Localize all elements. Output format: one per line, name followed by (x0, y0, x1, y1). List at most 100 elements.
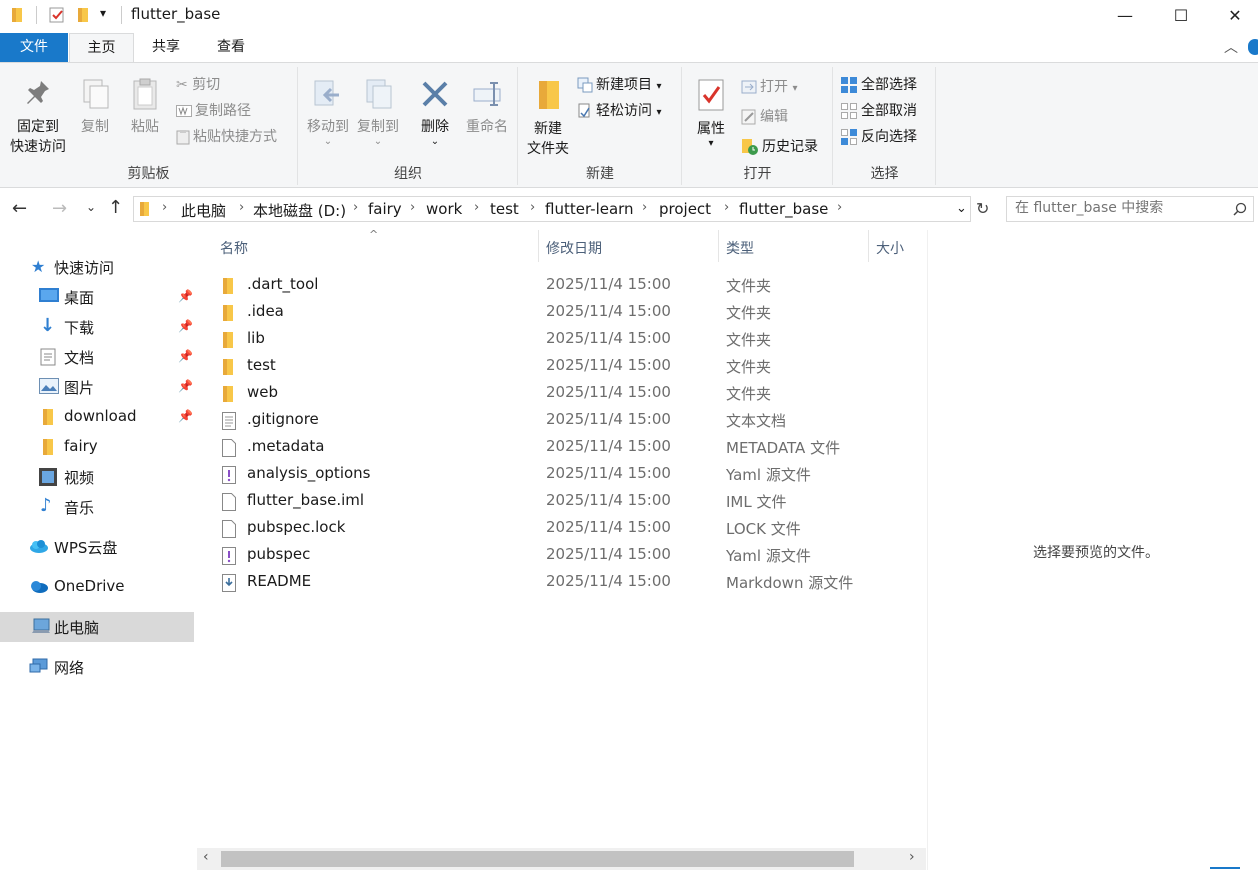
nav-item-downloads[interactable]: ↓ 下载 📌 (0, 312, 194, 342)
table-row[interactable]: flutter_base.iml 2025/11/4 15:00 IML 文件 (217, 488, 919, 515)
history-button[interactable]: 历史记录 (741, 135, 818, 159)
horizontal-scrollbar[interactable]: ‹ › (197, 848, 926, 870)
scroll-right-arrow-icon[interactable]: › (909, 849, 915, 865)
nav-network[interactable]: 网络 (0, 652, 194, 682)
column-header-name[interactable]: 名称 (220, 238, 248, 258)
forward-arrow-icon[interactable]: → (52, 198, 67, 219)
move-to-button[interactable]: 移动到 ⌄ (303, 77, 353, 147)
copy-button[interactable]: 复制 (72, 77, 118, 137)
column-divider (538, 230, 539, 262)
column-header-type[interactable]: 类型 (726, 238, 754, 258)
copy-to-button[interactable]: 复制到 ⌄ (353, 77, 403, 147)
pin-icon: 📌 (178, 289, 193, 303)
new-folder-button[interactable]: 新建 文件夹 (521, 77, 575, 159)
breadcrumb-test[interactable]: test (490, 200, 519, 218)
breadcrumb-work[interactable]: work (426, 200, 462, 218)
new-folder-icon[interactable] (76, 6, 92, 24)
column-header-date[interactable]: 修改日期 (546, 238, 602, 258)
properties-check-icon[interactable] (48, 6, 66, 24)
nav-this-pc[interactable]: 此电脑 (0, 612, 194, 642)
folder-icon (222, 358, 234, 380)
file-date: 2025/11/4 15:00 (546, 302, 671, 320)
select-all-button[interactable]: 全部选择 (840, 73, 917, 97)
nav-item-videos[interactable]: 视频 (0, 462, 194, 492)
file-name: .metadata (247, 437, 325, 455)
table-row[interactable]: lib 2025/11/4 15:00 文件夹 (217, 326, 919, 353)
breadcrumb-separator-icon: › (530, 200, 536, 215)
recent-locations-chevron-icon[interactable]: ⌄ (86, 200, 96, 214)
nav-item-pictures[interactable]: 图片 📌 (0, 372, 194, 402)
tab-view[interactable]: 查看 (200, 33, 262, 62)
breadcrumb-project[interactable]: project (659, 200, 711, 218)
tab-home[interactable]: 主页 (69, 33, 134, 63)
nav-item-documents[interactable]: 文档 📌 (0, 342, 194, 372)
rename-button[interactable]: 重命名 (459, 77, 515, 137)
properties-button[interactable]: 属性 ▾ (687, 77, 735, 149)
search-icon[interactable] (1233, 202, 1247, 216)
breadcrumb-this-pc[interactable]: 此电脑 (181, 200, 226, 221)
table-row[interactable]: web 2025/11/4 15:00 文件夹 (217, 380, 919, 407)
customize-toolbar-icon[interactable]: ▾ (100, 6, 106, 20)
scrollbar-thumb[interactable] (221, 851, 854, 867)
nav-item-fairy[interactable]: fairy (0, 432, 194, 462)
breadcrumb-fairy[interactable]: fairy (368, 200, 402, 218)
maximize-button[interactable]: ☐ (1158, 0, 1204, 30)
nav-item-download-folder[interactable]: download 📌 (0, 402, 194, 432)
table-row[interactable]: .idea 2025/11/4 15:00 文件夹 (217, 299, 919, 326)
search-box[interactable] (1006, 196, 1254, 222)
table-row[interactable]: pubspec.lock 2025/11/4 15:00 LOCK 文件 (217, 515, 919, 542)
file-name: .gitignore (247, 410, 319, 428)
minimize-button[interactable]: — (1102, 0, 1148, 30)
open-button[interactable]: 打开 ▾ (741, 75, 797, 99)
file-type: Yaml 源文件 (726, 466, 811, 484)
copy-path-button[interactable]: 复制路径 (176, 99, 251, 123)
refresh-icon[interactable]: ↻ (976, 199, 989, 218)
file-list: ^ 名称 修改日期 类型 大小 .dart_tool 2025/11/4 15:0… (197, 228, 926, 848)
tab-share[interactable]: 共享 (136, 33, 196, 62)
breadcrumb-local-disk-d[interactable]: 本地磁盘 (D:) (253, 200, 346, 221)
nav-item-music[interactable]: ♪ 音乐 (0, 492, 194, 522)
address-dropdown-chevron-icon[interactable]: ⌄ (956, 201, 967, 216)
table-row[interactable]: .gitignore 2025/11/4 15:00 文本文档 (217, 407, 919, 434)
nav-item-desktop[interactable]: 桌面 📌 (0, 282, 194, 312)
file-type: 文本文档 (726, 412, 787, 430)
search-input[interactable] (1015, 200, 1225, 216)
help-icon[interactable] (1248, 39, 1258, 55)
folder-icon (222, 331, 234, 353)
new-item-button[interactable]: 新建项目 ▾ (577, 73, 661, 97)
column-divider (868, 230, 869, 262)
breadcrumb-flutter-base[interactable]: flutter_base (739, 200, 828, 218)
pin-to-quick-access-button[interactable]: 固定到 快速访问 (4, 77, 72, 157)
paste-button[interactable]: 粘贴 (122, 77, 168, 137)
select-none-button[interactable]: 全部取消 (840, 99, 917, 123)
paste-shortcut-button[interactable]: 粘贴快捷方式 (176, 125, 277, 149)
file-date: 2025/11/4 15:00 (546, 464, 671, 482)
edit-button[interactable]: 编辑 (741, 105, 788, 129)
column-header-size[interactable]: 大小 (876, 238, 904, 258)
table-row[interactable]: .dart_tool 2025/11/4 15:00 文件夹 (217, 272, 919, 299)
table-row[interactable]: test 2025/11/4 15:00 文件夹 (217, 353, 919, 380)
easy-access-button[interactable]: 轻松访问 ▾ (577, 99, 661, 123)
cut-button[interactable]: ✂ 剪切 (176, 73, 220, 97)
close-button[interactable]: ✕ (1212, 0, 1258, 30)
pin-icon: 📌 (178, 379, 193, 393)
up-arrow-icon[interactable]: ↑ (108, 197, 123, 218)
table-row[interactable]: analysis_options 2025/11/4 15:00 Yaml 源文件 (217, 461, 919, 488)
table-row[interactable]: README 2025/11/4 15:00 Markdown 源文件 (217, 569, 919, 596)
scroll-left-arrow-icon[interactable]: ‹ (203, 849, 209, 865)
nav-wps-cloud[interactable]: WPS云盘 (0, 532, 194, 562)
table-row[interactable]: pubspec 2025/11/4 15:00 Yaml 源文件 (217, 542, 919, 569)
file-name: README (247, 572, 312, 590)
file-type: METADATA 文件 (726, 439, 841, 457)
yaml-file-icon (222, 466, 236, 488)
breadcrumb-flutter-learn[interactable]: flutter-learn (545, 200, 634, 218)
collapse-ribbon-icon[interactable]: ︿ (1224, 37, 1238, 57)
invert-selection-button[interactable]: 反向选择 (840, 125, 917, 149)
back-arrow-icon[interactable]: ← (12, 198, 27, 219)
nav-quick-access[interactable]: ★ 快速访问 (0, 252, 194, 282)
nav-onedrive[interactable]: OneDrive (0, 572, 194, 602)
table-row[interactable]: .metadata 2025/11/4 15:00 METADATA 文件 (217, 434, 919, 461)
address-bar[interactable]: › 此电脑 › 本地磁盘 (D:) › fairy › work › test … (133, 196, 971, 222)
delete-button[interactable]: 删除 ⌄ (415, 77, 455, 147)
tab-file[interactable]: 文件 (0, 33, 68, 62)
